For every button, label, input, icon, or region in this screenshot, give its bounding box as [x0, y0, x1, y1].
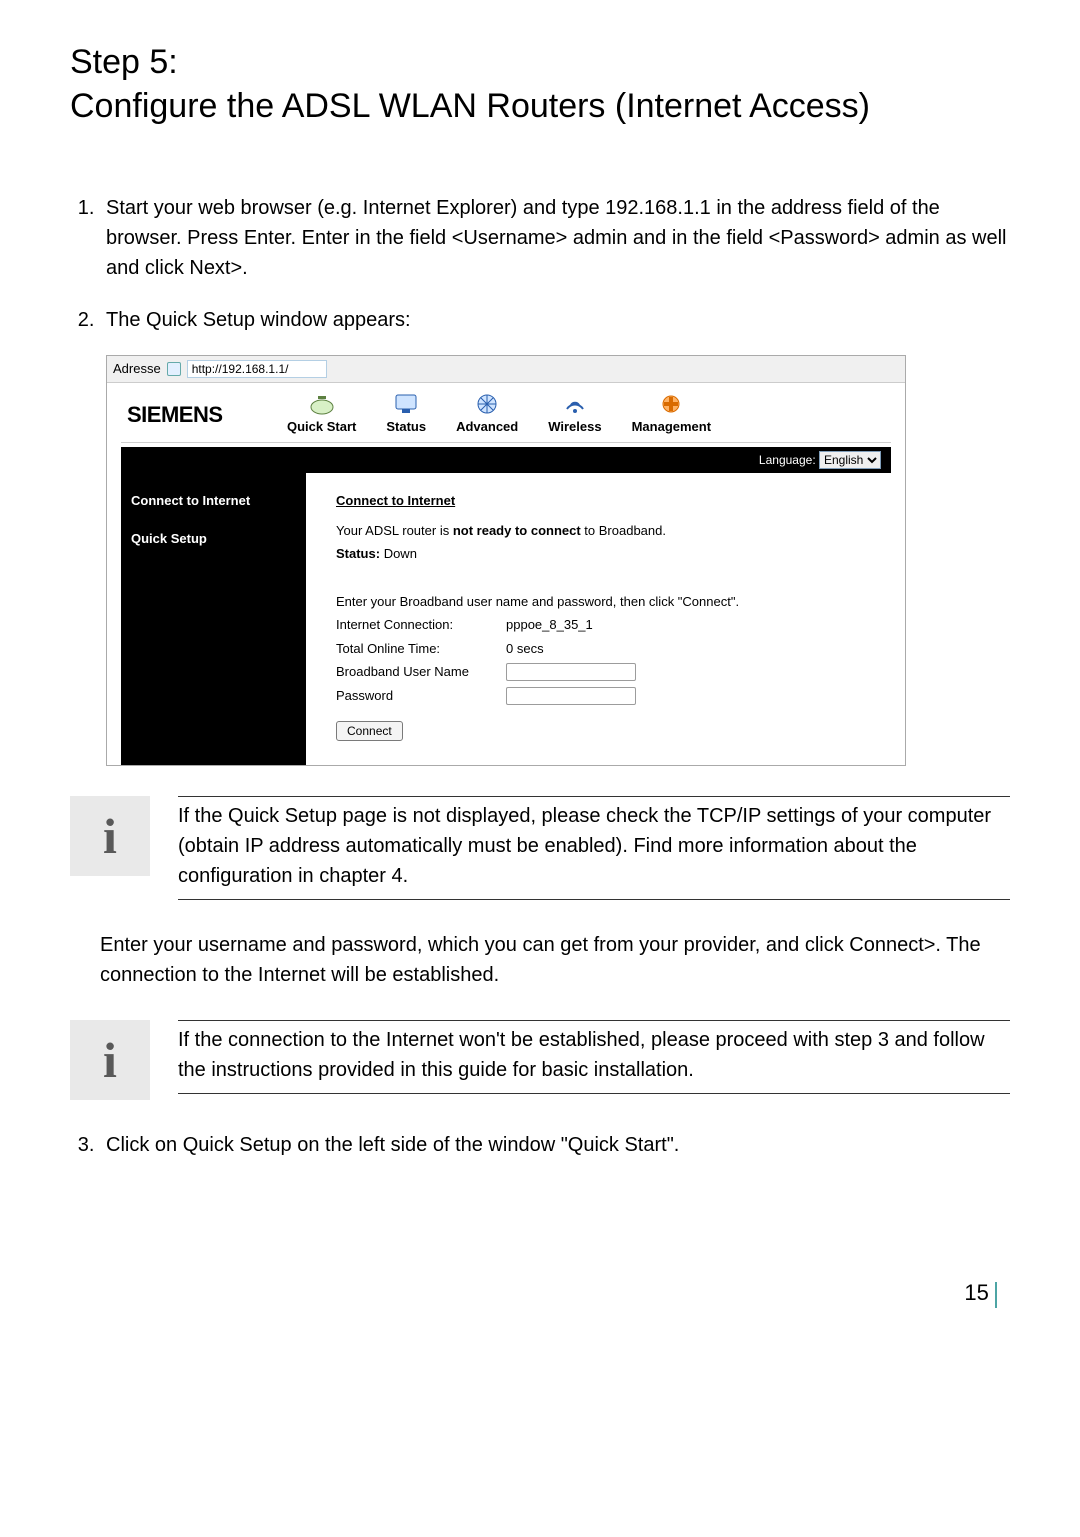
page-heading: Step 5: Configure the ADSL WLAN Routers … [70, 40, 1010, 128]
status-line: Your ADSL router is not ready to connect… [336, 521, 871, 541]
heading-line1: Step 5: [70, 43, 178, 81]
status-label: Status: [336, 546, 380, 561]
password-input[interactable] [506, 687, 636, 705]
online-time-value: 0 secs [506, 639, 871, 659]
step-2: The Quick Setup window appears: Adresse … [100, 305, 1010, 766]
language-label: Language: [759, 453, 816, 467]
step-1-text: Start your web browser (e.g. Internet Ex… [106, 197, 1006, 279]
management-icon [657, 393, 685, 415]
nav-advanced-label: Advanced [456, 419, 518, 434]
row-internet-connection: Internet Connection: pppoe_8_35_1 [336, 615, 871, 635]
content-section-title: Connect to Internet [336, 491, 871, 511]
nav-wireless-label: Wireless [548, 419, 601, 434]
step-3: Click on Quick Setup on the left side of… [100, 1130, 1010, 1160]
row-online-time: Total Online Time: 0 secs [336, 639, 871, 659]
nav-quick-start[interactable]: Quick Start [287, 393, 356, 437]
nav-management[interactable]: Management [632, 393, 711, 437]
internet-conn-value: pppoe_8_35_1 [506, 615, 871, 635]
nav-status-label: Status [386, 419, 426, 434]
status-line-suffix: to Broadband. [581, 523, 666, 538]
info-block-1: i If the Quick Setup page is not display… [70, 796, 1010, 900]
siemens-logo: SIEMENS [127, 398, 267, 431]
username-input[interactable] [506, 663, 636, 681]
nav-status[interactable]: Status [386, 393, 426, 437]
address-input[interactable] [187, 360, 327, 378]
sidebar-item-quick-setup[interactable]: Quick Setup [131, 529, 296, 549]
main-nav: Quick Start Status Advanced Wireles [287, 393, 711, 437]
nav-quick-start-label: Quick Start [287, 419, 356, 434]
advanced-icon [473, 393, 501, 415]
main-area: Connect to Internet Quick Setup Connect … [107, 473, 905, 765]
status-icon [392, 393, 420, 415]
info-icon: i [70, 1020, 150, 1100]
status-line-prefix: Your ADSL router is [336, 523, 453, 538]
content-panel: Connect to Internet Your ADSL router is … [306, 473, 891, 765]
row-username: Broadband User Name [336, 662, 871, 682]
online-time-label: Total Online Time: [336, 639, 506, 659]
language-select[interactable]: English [819, 451, 881, 469]
info-block-2: i If the connection to the Internet won'… [70, 1020, 1010, 1100]
info-icon: i [70, 796, 150, 876]
password-label: Password [336, 686, 506, 706]
status-row: Status: Down [336, 544, 871, 564]
step-2-text: The Quick Setup window appears: [106, 309, 411, 331]
address-label: Adresse [113, 359, 161, 379]
top-bar: SIEMENS Quick Start Status Advanced [107, 383, 905, 443]
step-1: Start your web browser (e.g. Internet Ex… [100, 193, 1010, 283]
language-row: Language: English [121, 447, 891, 473]
info-text-1: If the Quick Setup page is not displayed… [178, 796, 1010, 900]
nav-wireless[interactable]: Wireless [548, 393, 601, 437]
instructions: Enter your Broadband user name and passw… [336, 592, 871, 612]
page-number-wrap: 15 [70, 1280, 1010, 1307]
nav-management-label: Management [632, 419, 711, 434]
divider [121, 442, 891, 443]
status-value: Down [384, 546, 417, 561]
sidebar: Connect to Internet Quick Setup [121, 473, 306, 765]
router-screenshot: Adresse SIEMENS Quick Start Status [106, 355, 906, 766]
row-password: Password [336, 686, 871, 706]
page-number: 15 [964, 1280, 988, 1305]
quick-start-icon [308, 393, 336, 415]
status-line-bold: not ready to connect [453, 523, 581, 538]
wireless-icon [561, 393, 589, 415]
info-text-2: If the connection to the Internet won't … [178, 1020, 1010, 1094]
middle-paragraph: Enter your username and password, which … [100, 930, 1010, 990]
nav-advanced[interactable]: Advanced [456, 393, 518, 437]
username-label: Broadband User Name [336, 662, 506, 682]
address-bar: Adresse [107, 356, 905, 383]
sidebar-item-connect[interactable]: Connect to Internet [131, 491, 296, 511]
page-number-bar [995, 1282, 1000, 1308]
step-3-text: Click on Quick Setup on the left side of… [106, 1134, 679, 1156]
heading-line2: Configure the ADSL WLAN Routers (Interne… [70, 87, 870, 125]
ie-icon [167, 362, 181, 376]
internet-conn-label: Internet Connection: [336, 615, 506, 635]
connect-button[interactable]: Connect [336, 721, 403, 741]
